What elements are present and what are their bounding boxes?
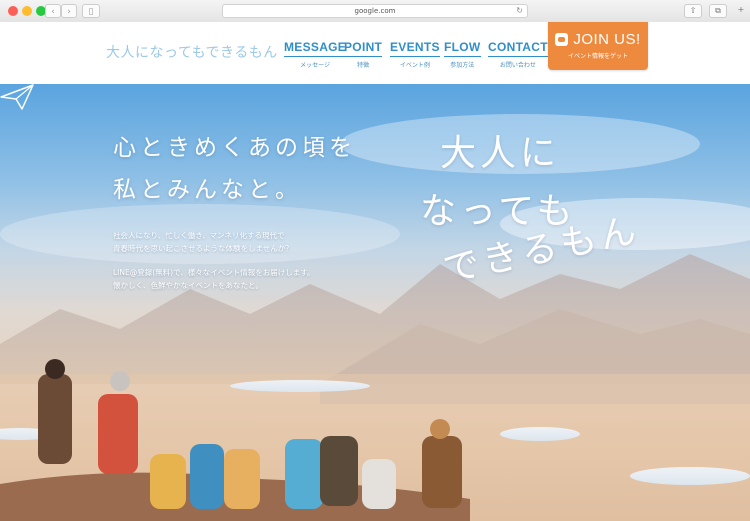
nav-label: CONTACT: [488, 40, 548, 57]
url-text: google.com: [354, 7, 396, 15]
nav-label: FLOW: [444, 40, 481, 57]
site-logo[interactable]: 大人になってもできるもん: [106, 42, 278, 62]
hero-catchphrase-line: 心ときめくあの頃を: [113, 135, 356, 161]
join-us-sublabel: イベント情報をゲット: [567, 53, 628, 60]
back-icon[interactable]: ‹: [45, 4, 61, 18]
join-us-label: JOIN US!: [573, 31, 641, 48]
description-line: 社会人になり、忙しく働き、マンネリ化する現代で: [113, 231, 285, 240]
share-icon[interactable]: ⇧: [684, 4, 702, 18]
description-line: 懐かしく、色鮮やかなイベントをあなたと。: [113, 281, 263, 290]
nav-sublabel: 参加方法: [450, 62, 475, 69]
join-us-button[interactable]: JOIN US! イベント情報をゲット: [548, 22, 648, 70]
hero-catchphrase-line: 私とみんなと。: [113, 177, 302, 203]
hero-description: 社会人になり、忙しく働き、マンネリ化する現代で 青春時代を思い起こさせるような体…: [113, 229, 293, 255]
nav-label: MESSAGE: [284, 40, 347, 57]
description-line: LINE@登録(無料)で、様々なイベント情報をお届けします。: [113, 268, 315, 277]
site-header: 大人になってもできるもん MESSAGE メッセージ POINT 特徴 EVEN…: [0, 22, 750, 84]
tabs-icon[interactable]: ⧉: [709, 4, 727, 18]
paper-plane-icon: [0, 84, 34, 110]
nav-sublabel: お問い合わせ: [499, 62, 536, 69]
minimize-window-icon[interactable]: [22, 6, 32, 16]
sidebar-icon[interactable]: ▯: [82, 4, 100, 18]
hero-title-line: 大人に: [440, 133, 561, 174]
nav-item-point[interactable]: POINT 特徴: [344, 40, 383, 69]
new-tab-icon[interactable]: +: [734, 4, 748, 18]
nav-sublabel: 特徴: [357, 62, 370, 69]
forward-icon[interactable]: ›: [61, 4, 77, 18]
address-bar[interactable]: google.com ↻: [222, 4, 528, 18]
close-window-icon[interactable]: [8, 6, 18, 16]
nav-label: EVENTS: [390, 40, 440, 57]
hero-section: 心ときめくあの頃を 私とみんなと。 社会人になり、忙しく働き、マンネリ化する現代…: [0, 84, 750, 521]
reload-icon[interactable]: ↻: [516, 5, 523, 17]
nav-item-events[interactable]: EVENTS イベント例: [390, 40, 440, 69]
nav-item-message[interactable]: MESSAGE メッセージ: [284, 40, 347, 69]
description-line: 青春時代を思い起こさせるような体験をしませんか？: [113, 244, 293, 253]
nav-sublabel: イベント例: [399, 62, 430, 69]
nav-item-flow[interactable]: FLOW 参加方法: [444, 40, 481, 69]
nav-item-contact[interactable]: CONTACT お問い合わせ: [488, 40, 548, 69]
line-chat-icon: [555, 33, 569, 46]
hero-line-info: LINE@登録(無料)で、様々なイベント情報をお届けします。 懐かしく、色鮮やか…: [113, 266, 315, 292]
browser-toolbar: ‹ › ▯ google.com ↻ ⇧ ⧉ +: [0, 0, 750, 23]
nav-sublabel: メッセージ: [300, 62, 330, 69]
nav-label: POINT: [344, 40, 383, 57]
